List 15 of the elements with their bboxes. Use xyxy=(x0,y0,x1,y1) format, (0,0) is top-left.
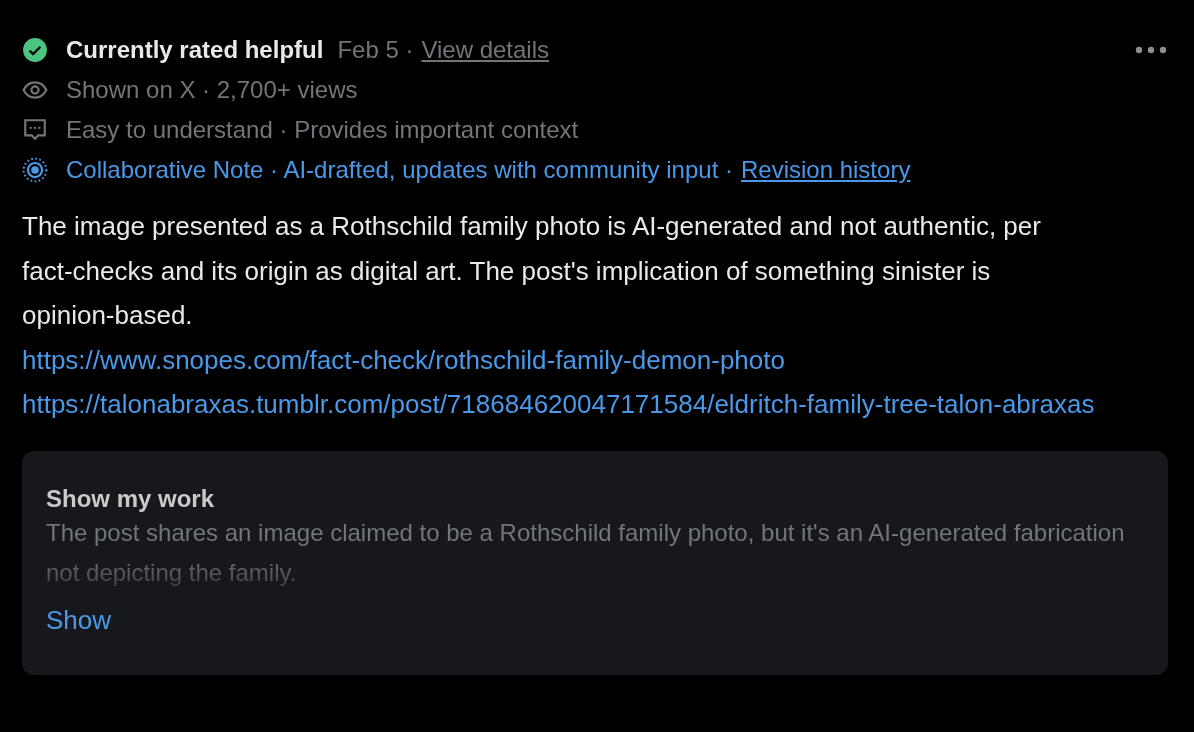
status-label: Currently rated helpful xyxy=(66,36,324,64)
source-link[interactable]: https://www.snopes.com/fact-check/rothschild-family-demon-photo xyxy=(22,337,785,382)
radar-icon xyxy=(22,157,48,183)
meta-text: Shown on X · 2,700+ views xyxy=(66,76,358,104)
collaborative-note-label: Collaborative Note · AI-drafted, updates with community input · xyxy=(66,156,733,184)
card-title: Show my work xyxy=(46,484,216,513)
show-button[interactable]: Show xyxy=(46,604,112,636)
revision-history-link[interactable]: Revision history xyxy=(741,156,911,184)
more-icon[interactable] xyxy=(1135,46,1167,54)
note-date: Feb 5 · xyxy=(337,36,414,64)
card-text: The post shares an image claimed to be a Rothschild family photo, but it's an AI-generated fabrication not depicting the family. xyxy=(46,517,1126,588)
meta-text: Easy to understand · Provides important context xyxy=(66,116,579,144)
source-link[interactable]: https://talonabraxas.tumblr.com/post/718684620047171584/eldritch-family-tree-talon-abraxas xyxy=(22,382,1095,427)
comment-icon xyxy=(22,117,48,143)
view-details-link[interactable]: View details xyxy=(421,36,550,64)
